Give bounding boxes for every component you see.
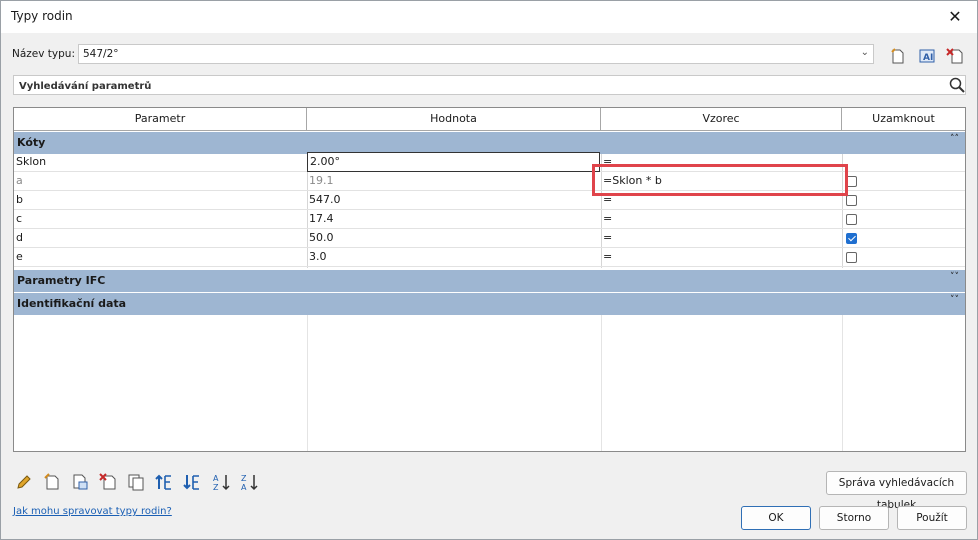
column-header-value[interactable]: Hodnota: [307, 108, 601, 131]
new-parameter-icon[interactable]: [42, 472, 62, 492]
delete-type-button[interactable]: [942, 43, 966, 67]
search-input[interactable]: [17, 77, 921, 95]
value-cell: 19.1: [309, 174, 334, 187]
delete-type-icon: [946, 48, 963, 64]
column-header-lock[interactable]: Uzamknout: [842, 108, 965, 131]
value-cell[interactable]: 50.0: [307, 229, 601, 247]
search-icon[interactable]: [949, 77, 965, 93]
apply-button[interactable]: Použít: [897, 506, 967, 530]
rename-type-icon: AI: [919, 49, 935, 63]
shared-parameter-icon[interactable]: [70, 472, 90, 492]
delete-parameter-icon[interactable]: [98, 472, 118, 492]
table-row[interactable]: e 3.0 =: [14, 248, 965, 267]
sort-descending-icon[interactable]: Z A: [240, 472, 260, 492]
formula-cell[interactable]: =: [601, 229, 842, 247]
cancel-button[interactable]: Storno: [819, 506, 889, 530]
svg-text:Z: Z: [241, 474, 247, 483]
expand-down-icon[interactable]: ˅˅: [950, 295, 959, 305]
parameter-search[interactable]: [13, 75, 966, 95]
group-identification[interactable]: Identifikační data ˅˅: [14, 293, 965, 315]
title-bar: Typy rodin ✕: [1, 1, 977, 33]
value-cell[interactable]: 3.0: [307, 248, 601, 266]
sort-ascending-icon[interactable]: A Z: [212, 472, 232, 492]
move-up-icon[interactable]: [154, 472, 174, 492]
lock-checkbox[interactable]: [846, 195, 857, 206]
close-icon[interactable]: ✕: [943, 5, 967, 29]
lock-checkbox[interactable]: [846, 252, 857, 263]
svg-text:AI: AI: [923, 53, 933, 63]
help-link[interactable]: Jak mohu spravovat typy rodin?: [13, 506, 172, 517]
chevron-down-icon[interactable]: ⌄: [861, 47, 869, 58]
svg-text:Z: Z: [213, 483, 219, 492]
type-name-select[interactable]: 547/2° ⌄: [78, 44, 874, 64]
type-name-value: 547/2°: [83, 48, 119, 60]
value-cell[interactable]: 17.4: [307, 210, 601, 228]
group-label: Identifikační data: [17, 297, 127, 310]
value-cell[interactable]: 547.0: [307, 191, 601, 209]
parameter-name: Sklon: [16, 155, 47, 168]
column-header-parameter[interactable]: Parametr: [14, 108, 307, 131]
formula-cell[interactable]: =: [601, 248, 842, 266]
parameter-name: a: [16, 174, 23, 187]
svg-text:A: A: [241, 483, 247, 492]
move-down-icon[interactable]: [182, 472, 202, 492]
expand-down-icon[interactable]: ˅˅: [950, 272, 959, 282]
parameters-grid: Parametr Hodnota Vzorec Uzamknout Kóty ˄…: [13, 107, 966, 452]
parameter-name: c: [16, 212, 23, 225]
new-type-icon: [891, 48, 904, 64]
rename-type-button[interactable]: AI: [914, 43, 938, 67]
highlight-box: [592, 164, 848, 196]
collapse-up-icon[interactable]: ˄˄: [950, 134, 959, 144]
manage-lookup-tables-button[interactable]: Správa vyhledávacích tabulek: [826, 471, 967, 511]
formula-cell[interactable]: =: [601, 210, 842, 228]
lock-checkbox[interactable]: [846, 214, 857, 225]
new-type-button[interactable]: [885, 43, 909, 67]
group-koty[interactable]: Kóty ˄˄: [14, 132, 965, 154]
window-title: Typy rodin: [11, 9, 73, 23]
parameter-name: d: [16, 231, 23, 244]
column-header-formula[interactable]: Vzorec: [601, 108, 842, 131]
edit-parameter-icon[interactable]: [14, 472, 34, 492]
group-ifc[interactable]: Parametry IFC ˅˅: [14, 270, 965, 292]
lock-checkbox-checked[interactable]: [846, 233, 857, 244]
group-label: Kóty: [17, 136, 46, 149]
group-label: Parametry IFC: [17, 274, 106, 287]
parameter-name: b: [16, 193, 23, 206]
copy-parameter-icon[interactable]: [126, 472, 146, 492]
value-cell[interactable]: 2.00°: [308, 153, 598, 171]
svg-text:A: A: [213, 474, 219, 483]
parameter-name: e: [16, 250, 23, 263]
table-row[interactable]: d 50.0 =: [14, 229, 965, 248]
family-types-dialog: Typy rodin ✕ Název typu: 547/2° ⌄ AI Par…: [0, 0, 978, 540]
type-name-label: Název typu:: [12, 48, 75, 60]
value-edit-field[interactable]: 2.00°: [307, 152, 600, 172]
table-row[interactable]: c 17.4 =: [14, 210, 965, 229]
ok-button[interactable]: OK: [741, 506, 811, 530]
